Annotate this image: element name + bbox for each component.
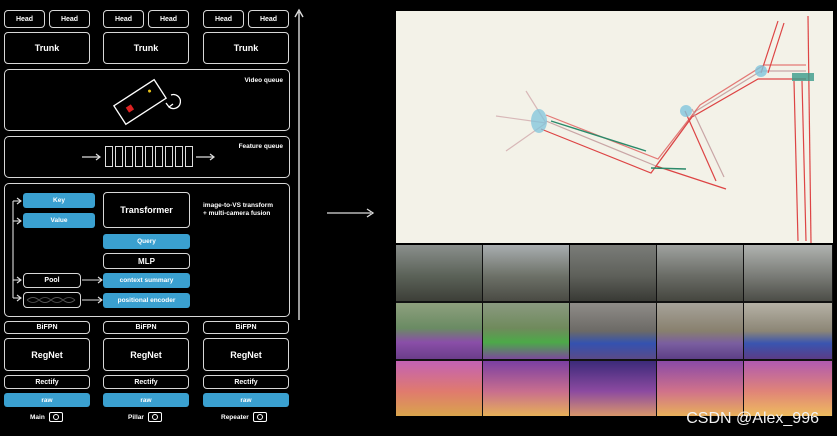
feature-frame — [145, 146, 153, 167]
query-block: Query — [103, 234, 190, 249]
depth-cell — [483, 361, 570, 416]
transform-description-line1: image-to-VS transform — [203, 202, 274, 209]
segmentation-cell — [570, 303, 657, 359]
transform-description-line2: + multi-camera fusion — [203, 210, 271, 217]
depth-cell — [570, 361, 657, 416]
transformer-box: Transformer — [103, 192, 190, 228]
feature-frame — [105, 146, 113, 167]
camera-image-cell — [570, 245, 657, 301]
camera-main: Main — [30, 412, 63, 422]
feature-frame — [185, 146, 193, 167]
raw-block: raw — [103, 393, 189, 407]
camera-pillar: Pillar — [128, 412, 162, 422]
segmentation-cell — [396, 303, 483, 359]
feature-frame — [175, 146, 183, 167]
positional-encoder-block: positional encoder — [103, 293, 190, 308]
feature-frame — [125, 146, 133, 167]
camera-repeater: Repeater — [221, 412, 267, 422]
feature-frame — [135, 146, 143, 167]
raw-block: raw — [203, 393, 289, 407]
vector-space-map — [396, 11, 833, 243]
trunk-box: Trunk — [103, 32, 189, 64]
pool-box: Pool — [23, 273, 81, 288]
rectify-box: Rectify — [4, 375, 90, 389]
feature-frame — [115, 146, 123, 167]
head-box: Head — [148, 10, 189, 28]
segmentation-cell — [744, 303, 833, 359]
head-box: Head — [103, 10, 144, 28]
camera-icon — [252, 412, 267, 422]
depth-cell — [744, 361, 833, 416]
watermark-text: CSDN @Alex_996 — [686, 410, 819, 427]
regnet-box: RegNet — [103, 338, 189, 371]
head-box: Head — [203, 10, 244, 28]
video-queue-panel: Video queue — [4, 69, 290, 131]
camera-image-cell — [483, 245, 570, 301]
bifpn-box: BiFPN — [103, 321, 189, 334]
regnet-box: RegNet — [4, 338, 90, 371]
head-box: Head — [49, 10, 90, 28]
up-arrow — [294, 8, 304, 320]
raw-block: raw — [4, 393, 90, 407]
arrow-right-icon — [196, 153, 215, 161]
camera-image-cell — [396, 245, 483, 301]
camera-icon — [48, 412, 63, 422]
camera-image-cell — [744, 245, 833, 301]
sine-wave-icon — [26, 297, 76, 303]
feature-frame — [155, 146, 163, 167]
feature-frame — [165, 146, 173, 167]
head-box: Head — [4, 10, 45, 28]
camera-repeater-label: Repeater — [221, 413, 249, 421]
car-odometry-icon — [112, 78, 182, 126]
mlp-box: MLP — [103, 253, 190, 269]
camera-image-cell — [657, 245, 744, 301]
feature-queue-panel: Feature queue — [4, 136, 290, 178]
head-box: Head — [248, 10, 289, 28]
rectify-box: Rectify — [103, 375, 189, 389]
bifpn-box: BiFPN — [4, 321, 90, 334]
context-summary-block: context summary — [103, 273, 190, 288]
segmentation-cell — [657, 303, 744, 359]
regnet-box: RegNet — [203, 338, 289, 371]
video-queue-label: Video queue — [244, 77, 283, 84]
road-network-render — [495, 15, 814, 243]
fusion-panel: Key Value Transformer image-to-VS transf… — [4, 183, 290, 317]
camera-pillar-label: Pillar — [128, 413, 144, 421]
positional-wave-box — [23, 292, 81, 308]
camera-icon — [147, 412, 162, 422]
trunk-box: Trunk — [203, 32, 289, 64]
arrow-right-icon — [82, 153, 101, 161]
value-block: Value — [23, 213, 95, 228]
segmentation-cell — [483, 303, 570, 359]
key-block: Key — [23, 193, 95, 208]
rectify-box: Rectify — [203, 375, 289, 389]
trunk-box: Trunk — [4, 32, 90, 64]
output-arrow — [327, 208, 375, 218]
depth-cell — [657, 361, 744, 416]
feature-queue-label: Feature queue — [238, 143, 283, 150]
camera-main-label: Main — [30, 413, 45, 421]
camera-prediction-grid — [396, 245, 833, 416]
bifpn-box: BiFPN — [203, 321, 289, 334]
depth-cell — [396, 361, 483, 416]
